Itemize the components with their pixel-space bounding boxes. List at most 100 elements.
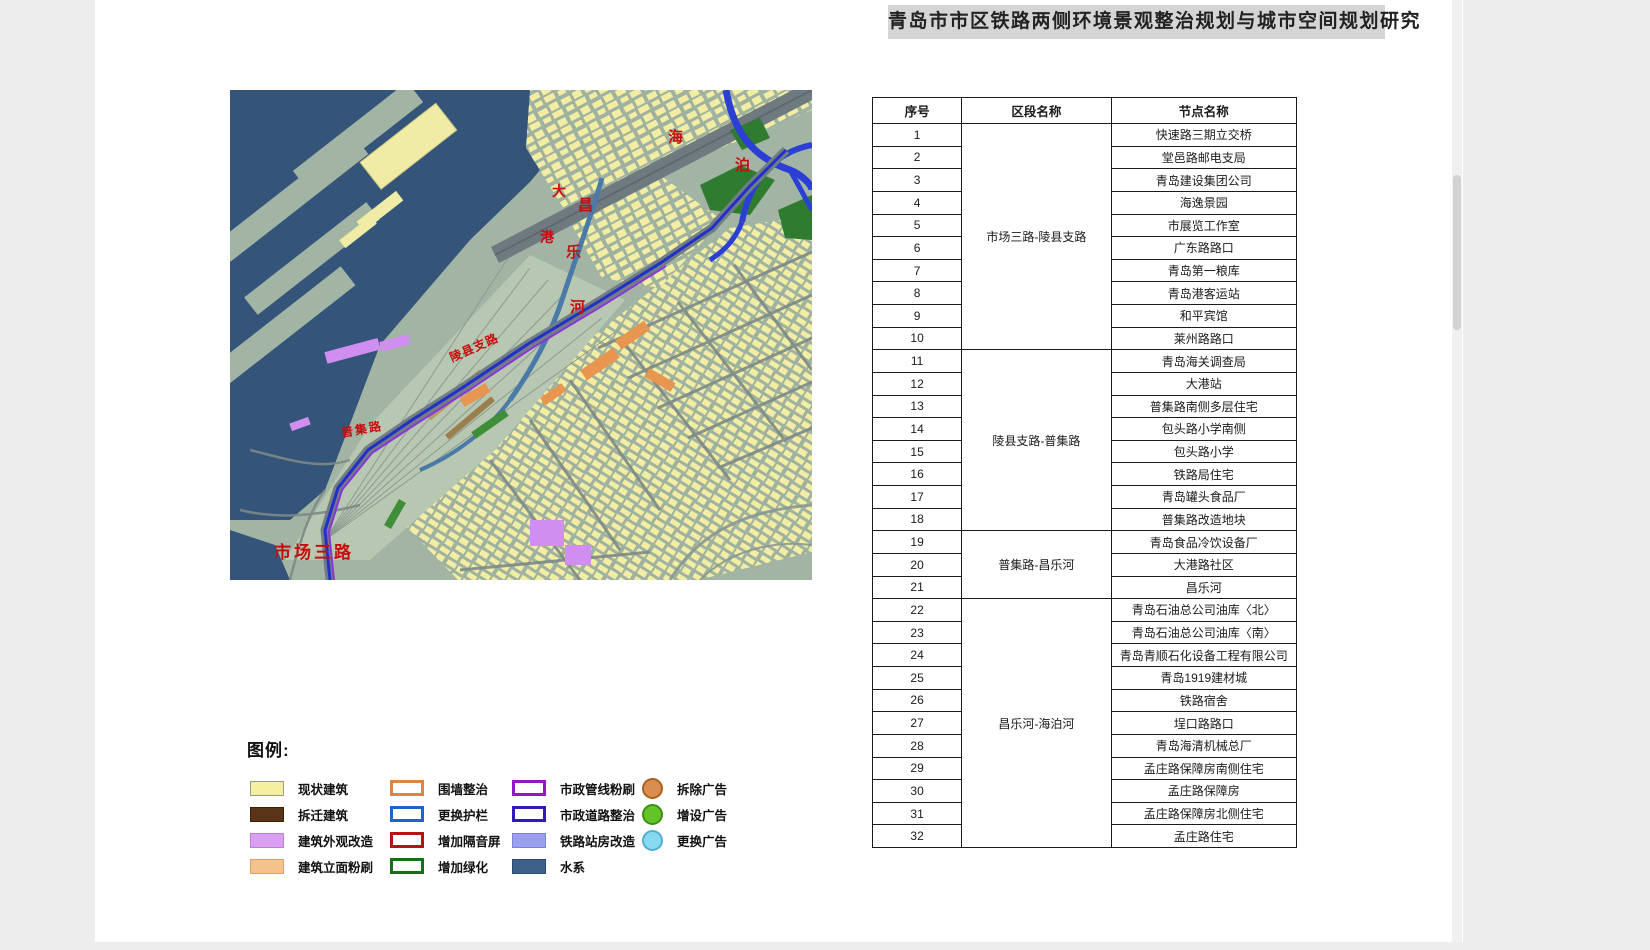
row-number-cell: 13 [873, 395, 962, 418]
legend-item: 更换广告 [642, 827, 727, 853]
row-number-cell: 32 [873, 825, 962, 848]
row-number-cell: 16 [873, 463, 962, 486]
node-name-cell: 大港路社区 [1111, 553, 1296, 576]
table-row: 1市场三路-陵县支路快速路三期立交桥 [873, 124, 1297, 147]
row-number-cell: 11 [873, 350, 962, 373]
row-number-cell: 6 [873, 237, 962, 260]
section-name-cell: 市场三路-陵县支路 [962, 124, 1111, 350]
legend-item: 围墙整治 [390, 775, 501, 801]
legend-swatch [250, 859, 284, 874]
legend-item: 拆除广告 [642, 775, 727, 801]
row-number-cell: 4 [873, 191, 962, 214]
row-number-cell: 7 [873, 259, 962, 282]
row-number-cell: 12 [873, 372, 962, 395]
legend-item: 增加绿化 [390, 853, 501, 879]
row-number-cell: 30 [873, 780, 962, 803]
legend-label: 增加隔音屏 [438, 831, 501, 850]
map-label-gang: 港 [540, 229, 555, 245]
legend-item: 增设广告 [642, 801, 727, 827]
row-number-cell: 9 [873, 305, 962, 328]
node-name-cell: 孟庄路住宅 [1111, 825, 1296, 848]
page-background: { "title_bar": { "text": "青岛市市区铁路两侧环境景观整… [0, 0, 1650, 950]
row-number-cell: 23 [873, 621, 962, 644]
node-name-cell: 普集路南侧多层住宅 [1111, 395, 1296, 418]
node-name-cell: 堂邑路邮电支局 [1111, 146, 1296, 169]
legend-item: 建筑立面粉刷 [250, 853, 373, 879]
legend-label: 更换护栏 [438, 805, 488, 824]
document-title: 青岛市市区铁路两侧环境景观整治规划与城市空间规划研究 [888, 5, 1385, 39]
legend-label: 更换广告 [677, 831, 727, 850]
legend-swatch [390, 780, 424, 796]
legend-label: 围墙整治 [438, 779, 488, 798]
legend-label: 市政管线粉刷 [560, 779, 635, 798]
map-label-hai: 海 [668, 128, 683, 146]
scrollbar[interactable] [1452, 0, 1462, 942]
node-name-cell: 孟庄路保障房南侧住宅 [1111, 757, 1296, 780]
legend-item: 拆迁建筑 [250, 801, 373, 827]
row-number-cell: 14 [873, 418, 962, 441]
row-number-cell: 26 [873, 689, 962, 712]
map-label-le: 乐 [566, 243, 581, 261]
row-number-cell: 8 [873, 282, 962, 305]
scrollbar-thumb[interactable] [1453, 175, 1461, 330]
node-name-cell: 铁路局住宅 [1111, 463, 1296, 486]
row-number-cell: 1 [873, 124, 962, 147]
node-name-cell: 孟庄路保障房 [1111, 780, 1296, 803]
map-label-da: 大 [552, 183, 566, 199]
node-name-cell: 青岛港客运站 [1111, 282, 1296, 305]
legend-item: 增加隔音屏 [390, 827, 501, 853]
row-number-cell: 31 [873, 802, 962, 825]
row-number-cell: 25 [873, 667, 962, 690]
legend-swatch [642, 778, 663, 799]
legend-label: 建筑立面粉刷 [298, 857, 373, 876]
node-name-cell: 和平宾馆 [1111, 305, 1296, 328]
node-name-cell: 广东路路口 [1111, 237, 1296, 260]
legend-label: 建筑外观改造 [298, 831, 373, 850]
node-name-cell: 昌乐河 [1111, 576, 1296, 599]
row-number-cell: 17 [873, 486, 962, 509]
legend-swatch [390, 832, 424, 848]
table-header-cell: 序号 [873, 98, 962, 124]
map-label-shichangsanlu: 市场三路 [274, 542, 354, 562]
legend-label: 增设广告 [677, 805, 727, 824]
node-name-cell: 青岛建设集团公司 [1111, 169, 1296, 192]
legend-item: 市政管线粉刷 [512, 775, 635, 801]
node-name-cell: 快速路三期立交桥 [1111, 124, 1296, 147]
legend-swatch [512, 859, 546, 874]
legend-column-2: 围墙整治更换护栏增加隔音屏增加绿化 [390, 775, 501, 879]
legend-label: 拆迁建筑 [298, 805, 348, 824]
node-name-cell: 普集路改造地块 [1111, 508, 1296, 531]
legend-swatch [390, 858, 424, 874]
legend-title: 图例: [247, 736, 290, 761]
table-row: 11陵县支路-普集路青岛海关调查局 [873, 350, 1297, 373]
legend-item: 更换护栏 [390, 801, 501, 827]
table-header-row: 序号区段名称节点名称 [873, 98, 1297, 124]
row-number-cell: 22 [873, 599, 962, 622]
node-table: 序号区段名称节点名称 1市场三路-陵县支路快速路三期立交桥2堂邑路邮电支局3青岛… [872, 97, 1297, 848]
map-label-po: 泊 [735, 156, 750, 174]
legend-label: 水系 [560, 857, 585, 876]
node-name-cell: 青岛海关调查局 [1111, 350, 1296, 373]
node-name-cell: 青岛石油总公司油库〈北〉 [1111, 599, 1296, 622]
legend-label: 铁路站房改造 [560, 831, 635, 850]
row-number-cell: 28 [873, 734, 962, 757]
table-row: 22昌乐河-海泊河青岛石油总公司油库〈北〉 [873, 599, 1297, 622]
node-name-cell: 青岛罐头食品厂 [1111, 486, 1296, 509]
legend-swatch [250, 807, 284, 822]
node-name-cell: 孟庄路保障房北侧住宅 [1111, 802, 1296, 825]
legend-item: 现状建筑 [250, 775, 373, 801]
legend-item: 铁路站房改造 [512, 827, 635, 853]
node-name-cell: 包头路小学南侧 [1111, 418, 1296, 441]
map-label-chang: 昌 [578, 197, 593, 214]
row-number-cell: 19 [873, 531, 962, 554]
node-name-cell: 包头路小学 [1111, 440, 1296, 463]
section-name-cell: 昌乐河-海泊河 [962, 599, 1111, 848]
node-name-cell: 青岛1919建材城 [1111, 667, 1296, 690]
legend-column-1: 现状建筑拆迁建筑建筑外观改造建筑立面粉刷 [250, 775, 373, 879]
legend-swatch [390, 806, 424, 822]
legend-label: 市政道路整治 [560, 805, 635, 824]
legend-swatch [512, 780, 546, 796]
legend-swatch [642, 804, 663, 825]
node-name-cell: 铁路宿舍 [1111, 689, 1296, 712]
node-name-cell: 市展览工作室 [1111, 214, 1296, 237]
